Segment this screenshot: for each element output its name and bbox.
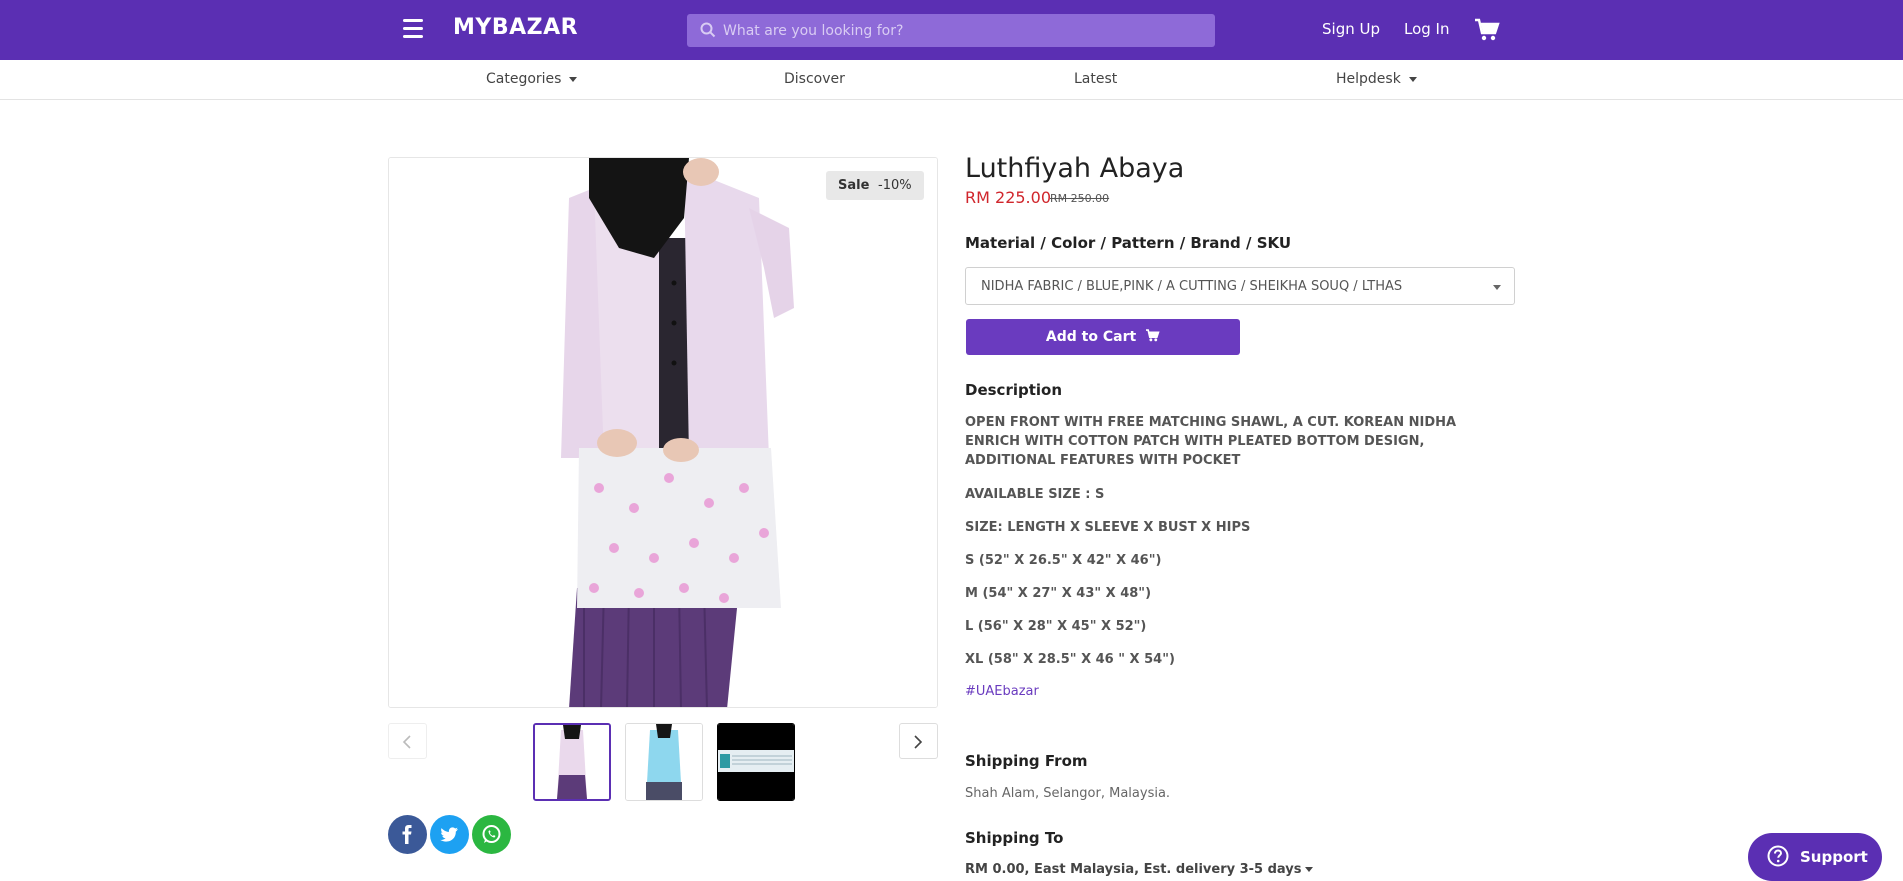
size-xl: XL (58" X 28.5" X 46 " X 54") bbox=[965, 652, 1175, 667]
option-label: Material / Color / Pattern / Brand / SKU bbox=[965, 234, 1292, 252]
support-button[interactable]: Support bbox=[1748, 833, 1882, 881]
category-nav: Categories Discover Latest Helpdesk bbox=[0, 60, 1903, 100]
facebook-share-button[interactable] bbox=[388, 815, 427, 854]
size-s: S (52" X 26.5" X 42" X 46") bbox=[965, 553, 1162, 568]
shipping-to-value: RM 0.00, East Malaysia, Est. delivery 3-… bbox=[965, 862, 1302, 877]
search-input[interactable] bbox=[723, 14, 1203, 47]
help-icon bbox=[1767, 845, 1789, 867]
chevron-down-icon bbox=[569, 76, 578, 82]
next-image-button[interactable] bbox=[899, 723, 938, 759]
twitter-share-button[interactable] bbox=[430, 815, 469, 854]
chevron-down-icon bbox=[1493, 285, 1501, 290]
thumbnail-2[interactable] bbox=[625, 723, 703, 801]
categories-dropdown[interactable]: Categories bbox=[486, 71, 578, 87]
sale-label: Sale bbox=[838, 178, 870, 193]
discount-label: -10% bbox=[878, 178, 912, 193]
available-size: AVAILABLE SIZE : S bbox=[965, 487, 1105, 502]
top-navbar: MYBAZAR Sign Up Log In bbox=[0, 0, 1903, 60]
twitter-icon bbox=[440, 827, 458, 842]
chevron-down-icon bbox=[1408, 76, 1417, 82]
helpdesk-label: Helpdesk bbox=[1336, 71, 1401, 87]
signup-link[interactable]: Sign Up bbox=[1322, 20, 1380, 38]
variant-select[interactable]: NIDHA FABRIC / BLUE,PINK / A CUTTING / S… bbox=[965, 267, 1515, 305]
size-l: L (56" X 28" X 45" X 52") bbox=[965, 619, 1147, 634]
description-text: OPEN FRONT WITH FREE MATCHING SHAWL, A C… bbox=[965, 415, 1457, 468]
shipping-to-heading: Shipping To bbox=[965, 829, 1064, 847]
prev-image-button[interactable] bbox=[388, 723, 427, 759]
product-price: RM 225.00 bbox=[965, 188, 1051, 207]
abaya-photo bbox=[389, 158, 937, 707]
whatsapp-share-button[interactable] bbox=[472, 815, 511, 854]
categories-label: Categories bbox=[486, 71, 562, 87]
product-main-image[interactable] bbox=[388, 157, 938, 708]
product-title: Luthfiyah Abaya bbox=[965, 153, 1185, 184]
thumbnail-3[interactable] bbox=[717, 723, 795, 801]
size-m: M (54" X 27" X 43" X 48") bbox=[965, 586, 1152, 601]
shipping-to-dropdown[interactable]: RM 0.00, East Malaysia, Est. delivery 3-… bbox=[965, 862, 1313, 877]
menu-icon[interactable] bbox=[403, 19, 423, 39]
original-price: RM 250.00 bbox=[1050, 192, 1110, 205]
description-heading: Description bbox=[965, 381, 1063, 399]
sale-badge: Sale -10% bbox=[826, 171, 924, 200]
discover-link[interactable]: Discover bbox=[784, 71, 845, 87]
variant-select-value: NIDHA FABRIC / BLUE,PINK / A CUTTING / S… bbox=[981, 279, 1403, 294]
search-bar[interactable] bbox=[687, 14, 1215, 47]
facebook-icon bbox=[402, 825, 412, 844]
login-link[interactable]: Log In bbox=[1404, 20, 1450, 38]
cart-icon[interactable] bbox=[1474, 18, 1500, 42]
mybazar-logo[interactable]: MYBAZAR bbox=[453, 15, 578, 40]
chevron-down-icon bbox=[1304, 867, 1313, 872]
latest-link[interactable]: Latest bbox=[1074, 71, 1117, 87]
helpdesk-dropdown[interactable]: Helpdesk bbox=[1336, 71, 1417, 87]
support-label: Support bbox=[1800, 848, 1868, 866]
chevron-right-icon bbox=[914, 735, 923, 749]
whatsapp-icon bbox=[482, 825, 501, 843]
hashtag-link[interactable]: #UAEbazar bbox=[965, 684, 1039, 699]
add-to-cart-label: Add to Cart bbox=[1045, 329, 1137, 345]
shipping-from-value: Shah Alam, Selangor, Malaysia. bbox=[965, 786, 1171, 801]
cart-icon bbox=[1146, 329, 1160, 342]
thumbnail-1[interactable] bbox=[533, 723, 611, 801]
shipping-from-heading: Shipping From bbox=[965, 752, 1088, 770]
search-icon bbox=[700, 22, 716, 38]
size-header: SIZE: LENGTH X SLEEVE X BUST X HIPS bbox=[965, 520, 1251, 535]
add-to-cart-button[interactable]: Add to Cart bbox=[966, 319, 1240, 355]
chevron-left-icon bbox=[402, 735, 411, 749]
